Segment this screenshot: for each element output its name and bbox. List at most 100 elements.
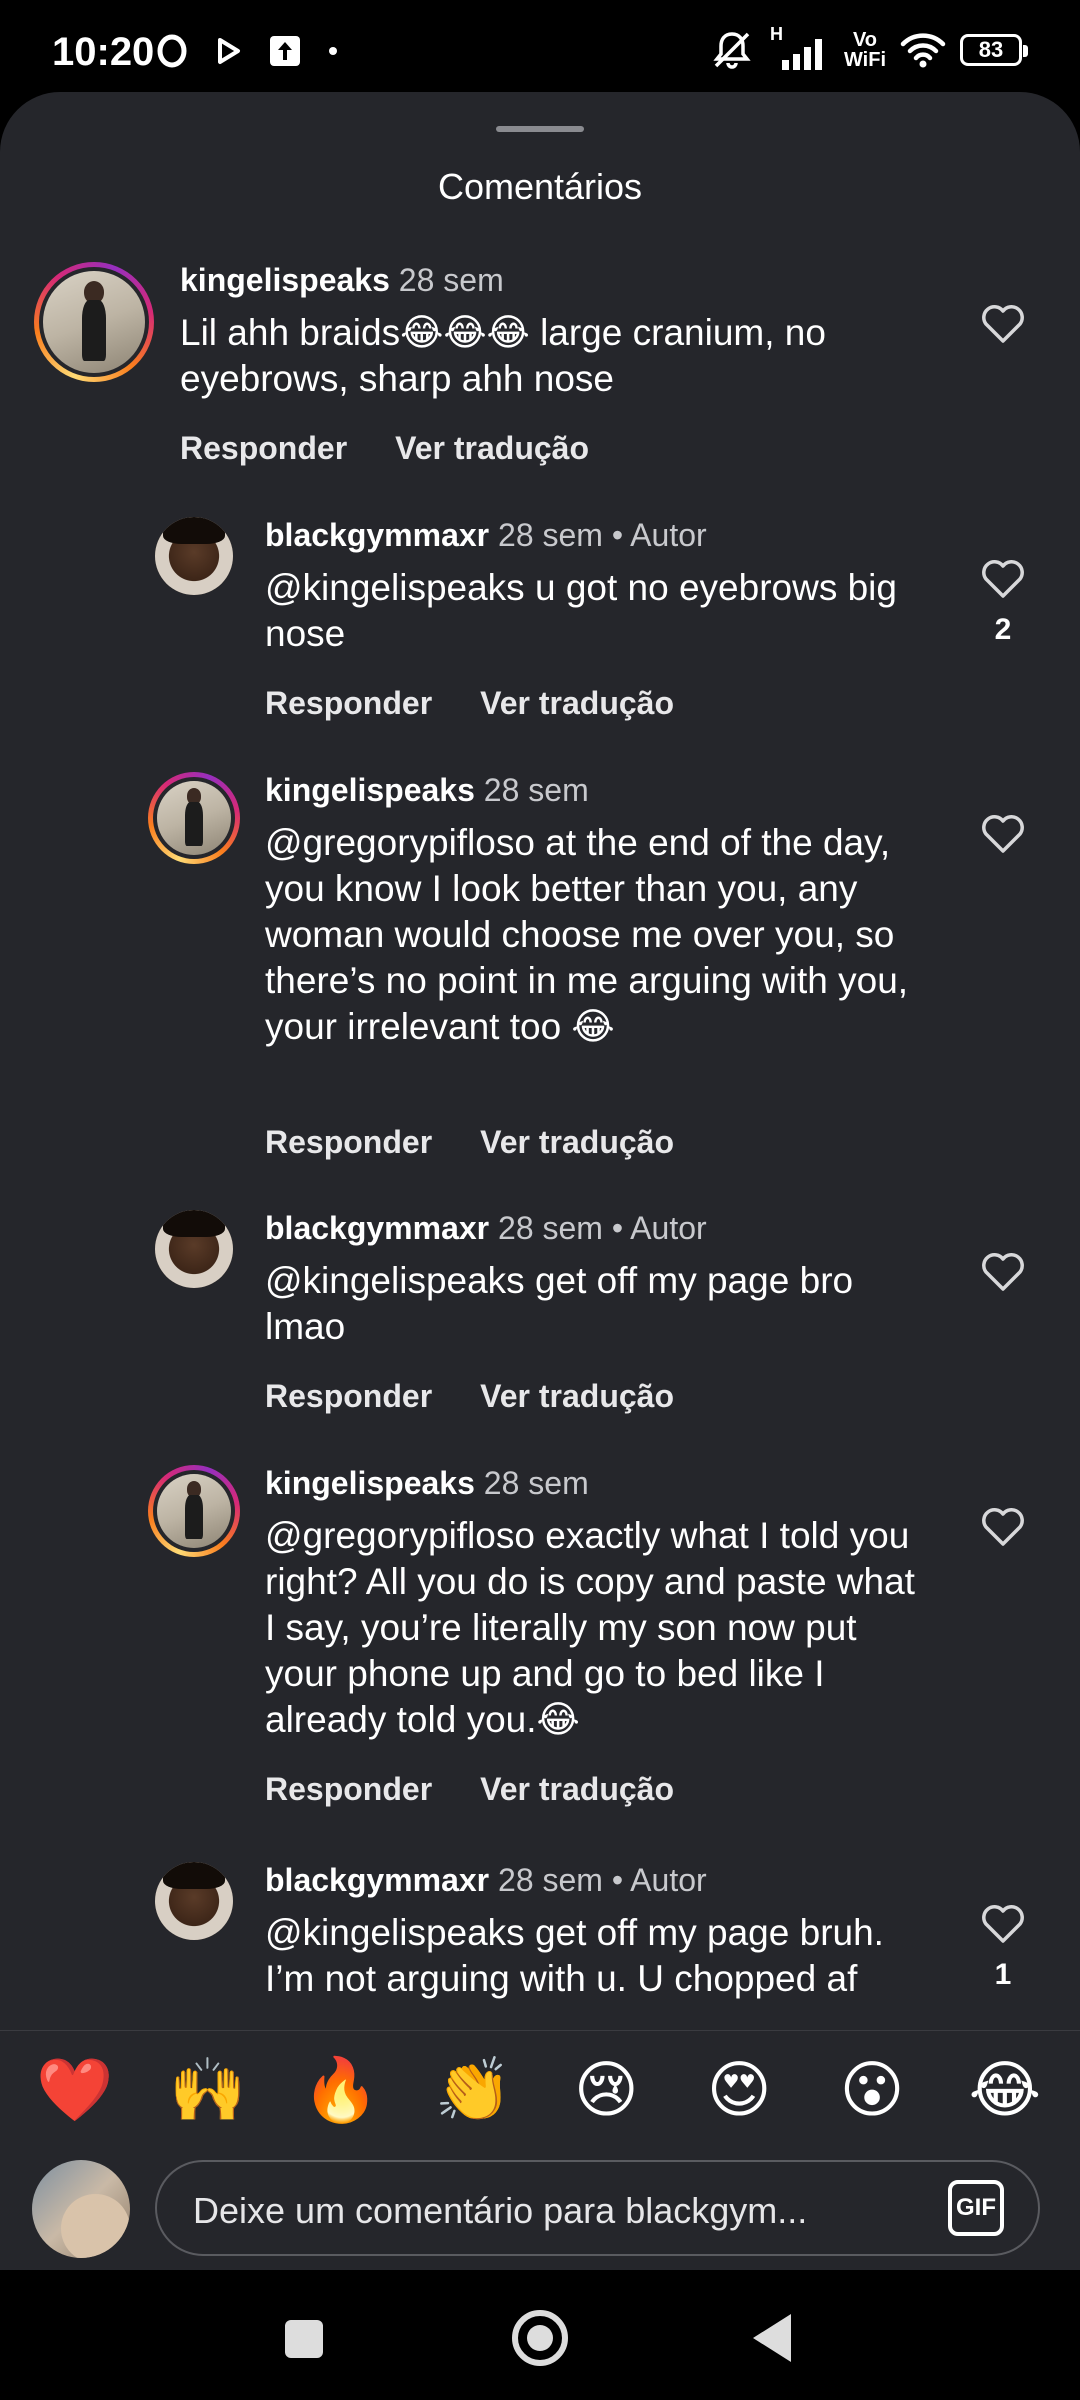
signal-icon (781, 39, 822, 70)
comment-time: 28 sem (398, 262, 504, 298)
avatar[interactable] (155, 1210, 233, 1288)
comment-item: blackgymmaxr 28 sem • Autor @kingelispea… (0, 1210, 1080, 1460)
comment-text: @kingelispeaks get off my page bruh. I’m… (265, 1912, 884, 1999)
notification-dot-icon (329, 47, 337, 55)
like-heart-icon[interactable] (981, 1252, 1025, 1292)
comment-header: blackgymmaxr 28 sem • Autor (265, 1862, 707, 1899)
author-badge: • Autor (611, 1210, 707, 1246)
like-heart-icon[interactable] (981, 304, 1025, 344)
comment-item: kingelispeaks 28 sem @gregorypifloso at … (0, 772, 1080, 1202)
comment-username[interactable]: kingelispeaks (265, 1465, 475, 1501)
author-badge: • Autor (611, 517, 707, 553)
gif-button[interactable]: GIF (948, 2180, 1004, 2236)
like-heart-icon[interactable] (981, 1904, 1025, 1944)
back-button[interactable] (753, 2314, 791, 2362)
reply-button[interactable]: Responder (180, 430, 347, 467)
status-time: 10:20 (52, 30, 155, 74)
comment-header: kingelispeaks 28 sem (265, 1465, 589, 1502)
comment-time: 28 sem (483, 772, 589, 808)
comment-input-placeholder: Deixe um comentário para blackgym... (193, 2190, 808, 2231)
battery-icon: 83 (960, 34, 1028, 66)
comment-text: @gregorypifloso exactly what I told you … (265, 1515, 915, 1740)
vowifi-line2: WiFi (843, 49, 886, 71)
avatar[interactable] (34, 262, 154, 382)
play-store-icon (218, 38, 240, 64)
reply-button[interactable]: Responder (265, 1124, 432, 1161)
my-avatar (32, 2160, 130, 2258)
status-left-icons (155, 34, 339, 68)
comment-actions: Responder Ver tradução (265, 1124, 674, 1161)
comment-username[interactable]: kingelispeaks (180, 262, 390, 298)
wifi-icon (900, 33, 946, 68)
comment-time: 28 sem (498, 1210, 603, 1246)
comment-item: blackgymmaxr 28 sem • Autor @kingelispea… (0, 517, 1080, 767)
avatar[interactable] (155, 1862, 233, 1940)
comment-actions: Responder Ver tradução (265, 1771, 674, 1808)
battery-level: 83 (978, 37, 1004, 62)
emoji-laughing[interactable]: 😂 (960, 2059, 1050, 2122)
like-heart-icon[interactable] (981, 1507, 1025, 1547)
avatar[interactable] (148, 1465, 240, 1557)
translate-button[interactable]: Ver tradução (480, 1124, 674, 1161)
like-count: 2 (994, 613, 1012, 646)
translate-button[interactable]: Ver tradução (480, 685, 674, 722)
like-heart-icon[interactable] (981, 814, 1025, 854)
reply-button[interactable]: Responder (265, 1378, 432, 1415)
emoji-sad[interactable]: 😢 (561, 2059, 651, 2122)
like-count: 1 (994, 1958, 1012, 1991)
system-nav-bar (0, 2270, 1080, 2400)
comment-username[interactable]: blackgymmaxr (265, 1862, 489, 1898)
emoji-clap[interactable]: 👏 (429, 2059, 519, 2122)
comment-actions: Responder Ver tradução (265, 1378, 674, 1415)
comment-header: kingelispeaks 28 sem (180, 262, 504, 299)
emoji-heart[interactable]: ❤️ (30, 2059, 120, 2122)
comment-text: Lil ahh braids😂😂😂 large cranium, no eyeb… (180, 312, 826, 399)
comment-item: kingelispeaks 28 sem @gregorypifloso exa… (0, 1465, 1080, 1855)
avatar[interactable] (155, 517, 233, 595)
home-button[interactable] (512, 2310, 568, 2366)
comment-text: @kingelispeaks get off my page bro lmao (265, 1260, 854, 1347)
emoji-raised-hands[interactable]: 🙌 (163, 2059, 253, 2122)
comment-time: 28 sem (498, 517, 603, 553)
comment-composer: Deixe um comentário para blackgym... GIF (0, 2150, 1080, 2270)
comment-username[interactable]: kingelispeaks (265, 772, 475, 808)
emoji-quick-bar: ❤️ 🙌 🔥 👏 😢 😍 😮 😂 (0, 2030, 1080, 2150)
upload-icon (270, 36, 300, 66)
comment-input[interactable]: Deixe um comentário para blackgym... GIF (155, 2160, 1040, 2256)
comment-item: kingelispeaks 28 sem Lil ahh braids😂😂😂 l… (0, 262, 1080, 522)
emoji-heart-eyes[interactable]: 😍 (694, 2059, 784, 2122)
comment-text: @gregorypifloso at the end of the day, y… (265, 822, 909, 1047)
reply-button[interactable]: Responder (265, 1771, 432, 1808)
emoji-fire[interactable]: 🔥 (296, 2059, 386, 2122)
comment-username[interactable]: blackgymmaxr (265, 517, 489, 553)
recents-button[interactable] (285, 2320, 323, 2358)
vowifi-badge: Vo WiFi (844, 30, 886, 70)
avatar[interactable] (148, 772, 240, 864)
comment-header: blackgymmaxr 28 sem • Autor (265, 1210, 707, 1247)
muted-bell-icon (713, 32, 751, 69)
like-heart-icon[interactable] (981, 559, 1025, 599)
opera-icon (157, 34, 187, 68)
translate-button[interactable]: Ver tradução (395, 430, 589, 467)
author-badge: • Autor (611, 1862, 707, 1898)
translate-button[interactable]: Ver tradução (480, 1378, 674, 1415)
comment-text: @kingelispeaks u got no eyebrows big nos… (265, 567, 897, 654)
emoji-surprised[interactable]: 😮 (827, 2059, 917, 2122)
comment-actions: Responder Ver tradução (180, 430, 589, 467)
comments-sheet: Comentários kingelispeaks 28 sem Lil ahh… (0, 92, 1080, 2270)
comment-header: kingelispeaks 28 sem (265, 772, 589, 809)
vowifi-line1: Vo (852, 29, 878, 51)
status-bar: 10:20 H Vo WiFi 83 (0, 0, 1080, 100)
translate-button[interactable]: Ver tradução (480, 1771, 674, 1808)
comment-time: 28 sem (498, 1862, 603, 1898)
comment-username[interactable]: blackgymmaxr (265, 1210, 489, 1246)
signal-block: H (768, 24, 830, 72)
comment-list[interactable]: kingelispeaks 28 sem Lil ahh braids😂😂😂 l… (0, 262, 1080, 2122)
drag-handle[interactable] (496, 126, 584, 132)
comment-time: 28 sem (483, 1465, 589, 1501)
reply-button[interactable]: Responder (265, 685, 432, 722)
status-right-icons: H Vo WiFi 83 (710, 24, 1028, 72)
sheet-title: Comentários (437, 166, 643, 207)
comment-header: blackgymmaxr 28 sem • Autor (265, 517, 707, 554)
comment-actions: Responder Ver tradução (265, 685, 674, 722)
